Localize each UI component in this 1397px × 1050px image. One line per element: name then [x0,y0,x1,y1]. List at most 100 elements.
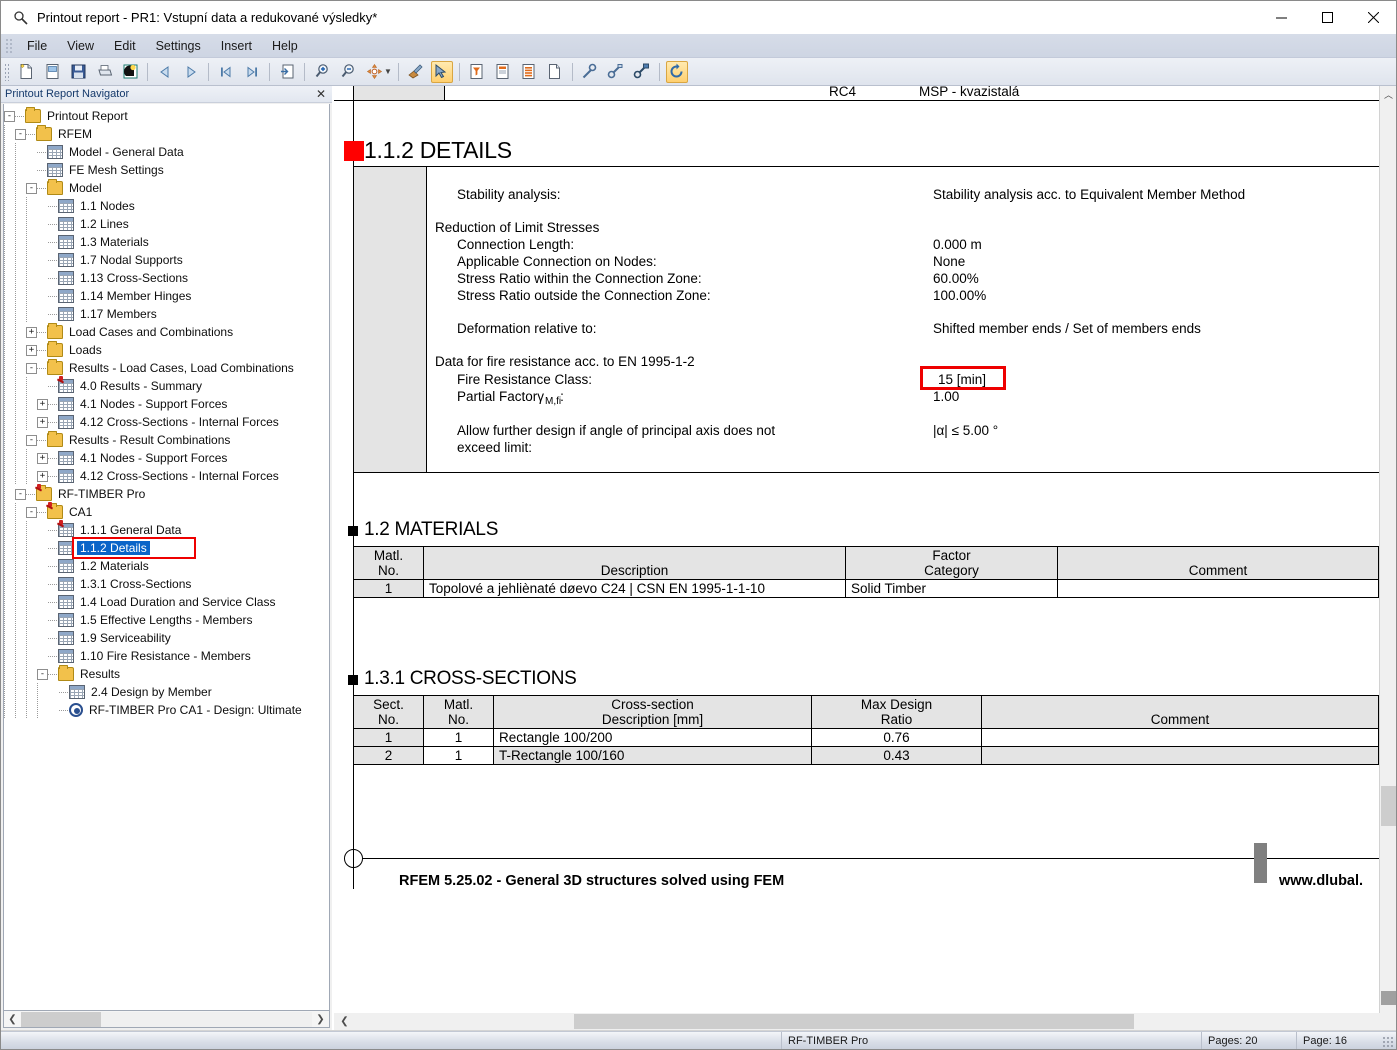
page-content-icon[interactable] [518,61,540,83]
detail-label-applicable-connection-on-nodes: Applicable Connection on Nodes: [457,254,657,269]
toolbar-drag-handle[interactable] [4,63,10,81]
minimize-button[interactable] [1258,1,1304,34]
window-resize-grip[interactable] [1382,1036,1394,1048]
navigator-scroll-track[interactable] [21,1012,312,1027]
previous-page-icon[interactable] [154,61,176,83]
expand-icon[interactable]: + [37,417,48,428]
sidebar-item-1-3-materials[interactable]: 1.3 Materials [4,233,329,251]
navigator-tree[interactable]: -Printout Report-RFEMModel - General Dat… [3,104,330,1011]
sidebar-item-results-result-combinations[interactable]: -Results - Result Combinations [4,431,329,449]
expand-icon[interactable]: + [37,399,48,410]
sidebar-item-1-14-member-hinges[interactable]: 1.14 Member Hinges [4,287,329,305]
sidebar-item-1-10-fire-resistance-members[interactable]: 1.10 Fire Resistance - Members [4,647,329,665]
select-tool-icon[interactable] [431,61,453,83]
expand-icon[interactable]: + [26,327,37,338]
document-vertical-scrollbar[interactable]: ︿ ﹀ [1379,86,1396,1030]
zoom-in-icon[interactable] [311,61,333,83]
chevron-down-icon[interactable]: ▼ [384,67,392,76]
collapse-icon[interactable]: - [26,363,37,374]
sidebar-item-rfem[interactable]: -RFEM [4,125,329,143]
page-header-icon[interactable] [492,61,514,83]
expand-icon[interactable]: + [37,453,48,464]
sidebar-item-4-12-cross-sections-internal-forces[interactable]: +4.12 Cross-Sections - Internal Forces [4,467,329,485]
navigator-scroll-thumb[interactable] [21,1012,101,1027]
collapse-icon[interactable]: - [37,669,48,680]
pan-tool-icon[interactable] [405,61,427,83]
selection-filter-icon[interactable] [466,61,488,83]
sidebar-item-model-general-data[interactable]: Model - General Data [4,143,329,161]
lock-open-icon[interactable] [605,61,627,83]
sidebar-item-loads[interactable]: +Loads [4,341,329,359]
menu-insert[interactable]: Insert [211,36,262,56]
scroll-right-icon[interactable]: ❯ [312,1012,329,1027]
close-icon[interactable]: ✕ [316,87,326,101]
unlock-icon[interactable] [579,61,601,83]
menu-settings[interactable]: Settings [146,36,211,56]
open-report-icon[interactable] [41,61,63,83]
sidebar-item-load-cases-and-combinations[interactable]: +Load Cases and Combinations [4,323,329,341]
print-icon[interactable] [93,61,115,83]
menu-help[interactable]: Help [262,36,308,56]
document-scroll-position-marker[interactable] [1381,991,1396,1005]
sidebar-item-model[interactable]: -Model [4,179,329,197]
menu-view[interactable]: View [57,36,104,56]
expand-icon[interactable]: + [37,471,48,482]
sidebar-item-rf-timber-pro-ca1-design-ultimate[interactable]: RF-TIMBER Pro CA1 - Design: Ultimate [4,701,329,719]
sidebar-item-1-7-nodal-supports[interactable]: 1.7 Nodal Supports [4,251,329,269]
collapse-icon[interactable]: - [26,435,37,446]
scroll-left-icon[interactable]: ❮ [4,1012,21,1027]
zoom-options-icon[interactable] [363,61,385,83]
sidebar-item-1-2-materials[interactable]: 1.2 Materials [4,557,329,575]
sidebar-item-ca1[interactable]: -CA1 [4,503,329,521]
refresh-icon[interactable] [666,61,688,83]
collapse-icon[interactable]: - [26,507,37,518]
export-icon[interactable] [276,61,298,83]
next-page-icon[interactable] [180,61,202,83]
document-horizontal-scrollbar[interactable]: ❮ [334,1013,1396,1030]
sidebar-item-4-1-nodes-support-forces[interactable]: +4.1 Nodes - Support Forces [4,449,329,467]
menu-drag-handle[interactable] [5,38,13,54]
collapse-icon[interactable]: - [26,183,37,194]
menu-edit[interactable]: Edit [104,36,146,56]
sidebar-item-1-13-cross-sections[interactable]: 1.13 Cross-Sections [4,269,329,287]
sidebar-item-1-5-effective-lengths-members[interactable]: 1.5 Effective Lengths - Members [4,611,329,629]
sidebar-item-rf-timber-pro[interactable]: -RF-TIMBER Pro [4,485,329,503]
sidebar-item-2-4-design-by-member[interactable]: 2.4 Design by Member [4,683,329,701]
new-report-icon[interactable] [15,61,37,83]
document-view[interactable]: RC4 MSP - kvazistalá 1.1.2 DETAILS Stabi… [334,86,1396,1030]
print-preview-icon[interactable] [119,61,141,83]
maximize-button[interactable] [1304,1,1350,34]
navigator-horizontal-scrollbar[interactable]: ❮ ❯ [3,1011,330,1028]
collapse-icon[interactable]: - [4,111,15,122]
first-page-icon[interactable] [215,61,237,83]
sidebar-item-1-4-load-duration-and-service-class[interactable]: 1.4 Load Duration and Service Class [4,593,329,611]
collapse-icon[interactable]: - [15,129,26,140]
close-button[interactable] [1350,1,1396,34]
save-report-icon[interactable] [67,61,89,83]
lock-closed-icon[interactable] [631,61,653,83]
document-vertical-scroll-thumb[interactable] [1381,786,1396,826]
blank-page-icon[interactable] [544,61,566,83]
sidebar-item-4-12-cross-sections-internal-forces[interactable]: +4.12 Cross-Sections - Internal Forces [4,413,329,431]
sidebar-item-fe-mesh-settings[interactable]: FE Mesh Settings [4,161,329,179]
expand-icon[interactable]: + [26,345,37,356]
document-horizontal-scroll-thumb[interactable] [574,1014,1134,1029]
sidebar-item-printout-report[interactable]: -Printout Report [4,107,329,125]
sidebar-item-results[interactable]: -Results [4,665,329,683]
menu-file[interactable]: File [17,36,57,56]
sidebar-item-1-17-members[interactable]: 1.17 Members [4,305,329,323]
sidebar-item-1-1-nodes[interactable]: 1.1 Nodes [4,197,329,215]
zoom-out-icon[interactable] [337,61,359,83]
sidebar-item-results-load-cases-load-combinations[interactable]: -Results - Load Cases, Load Combinations [4,359,329,377]
collapse-icon[interactable]: - [15,489,26,500]
sidebar-item-1-1-1-general-data[interactable]: 1.1.1 General Data [4,521,329,539]
last-page-icon[interactable] [241,61,263,83]
sidebar-item-1-9-serviceability[interactable]: 1.9 Serviceability [4,629,329,647]
sidebar-item-1-1-2-details[interactable]: 1.1.2 Details [4,539,329,557]
sidebar-item-1-3-1-cross-sections[interactable]: 1.3.1 Cross-Sections [4,575,329,593]
sidebar-item-4-0-results-summary[interactable]: 4.0 Results - Summary [4,377,329,395]
sidebar-item-4-1-nodes-support-forces[interactable]: +4.1 Nodes - Support Forces [4,395,329,413]
scroll-up-icon[interactable]: ︿ [1380,86,1397,103]
sidebar-item-1-2-lines[interactable]: 1.2 Lines [4,215,329,233]
scroll-left-icon[interactable]: ❮ [336,1014,353,1029]
